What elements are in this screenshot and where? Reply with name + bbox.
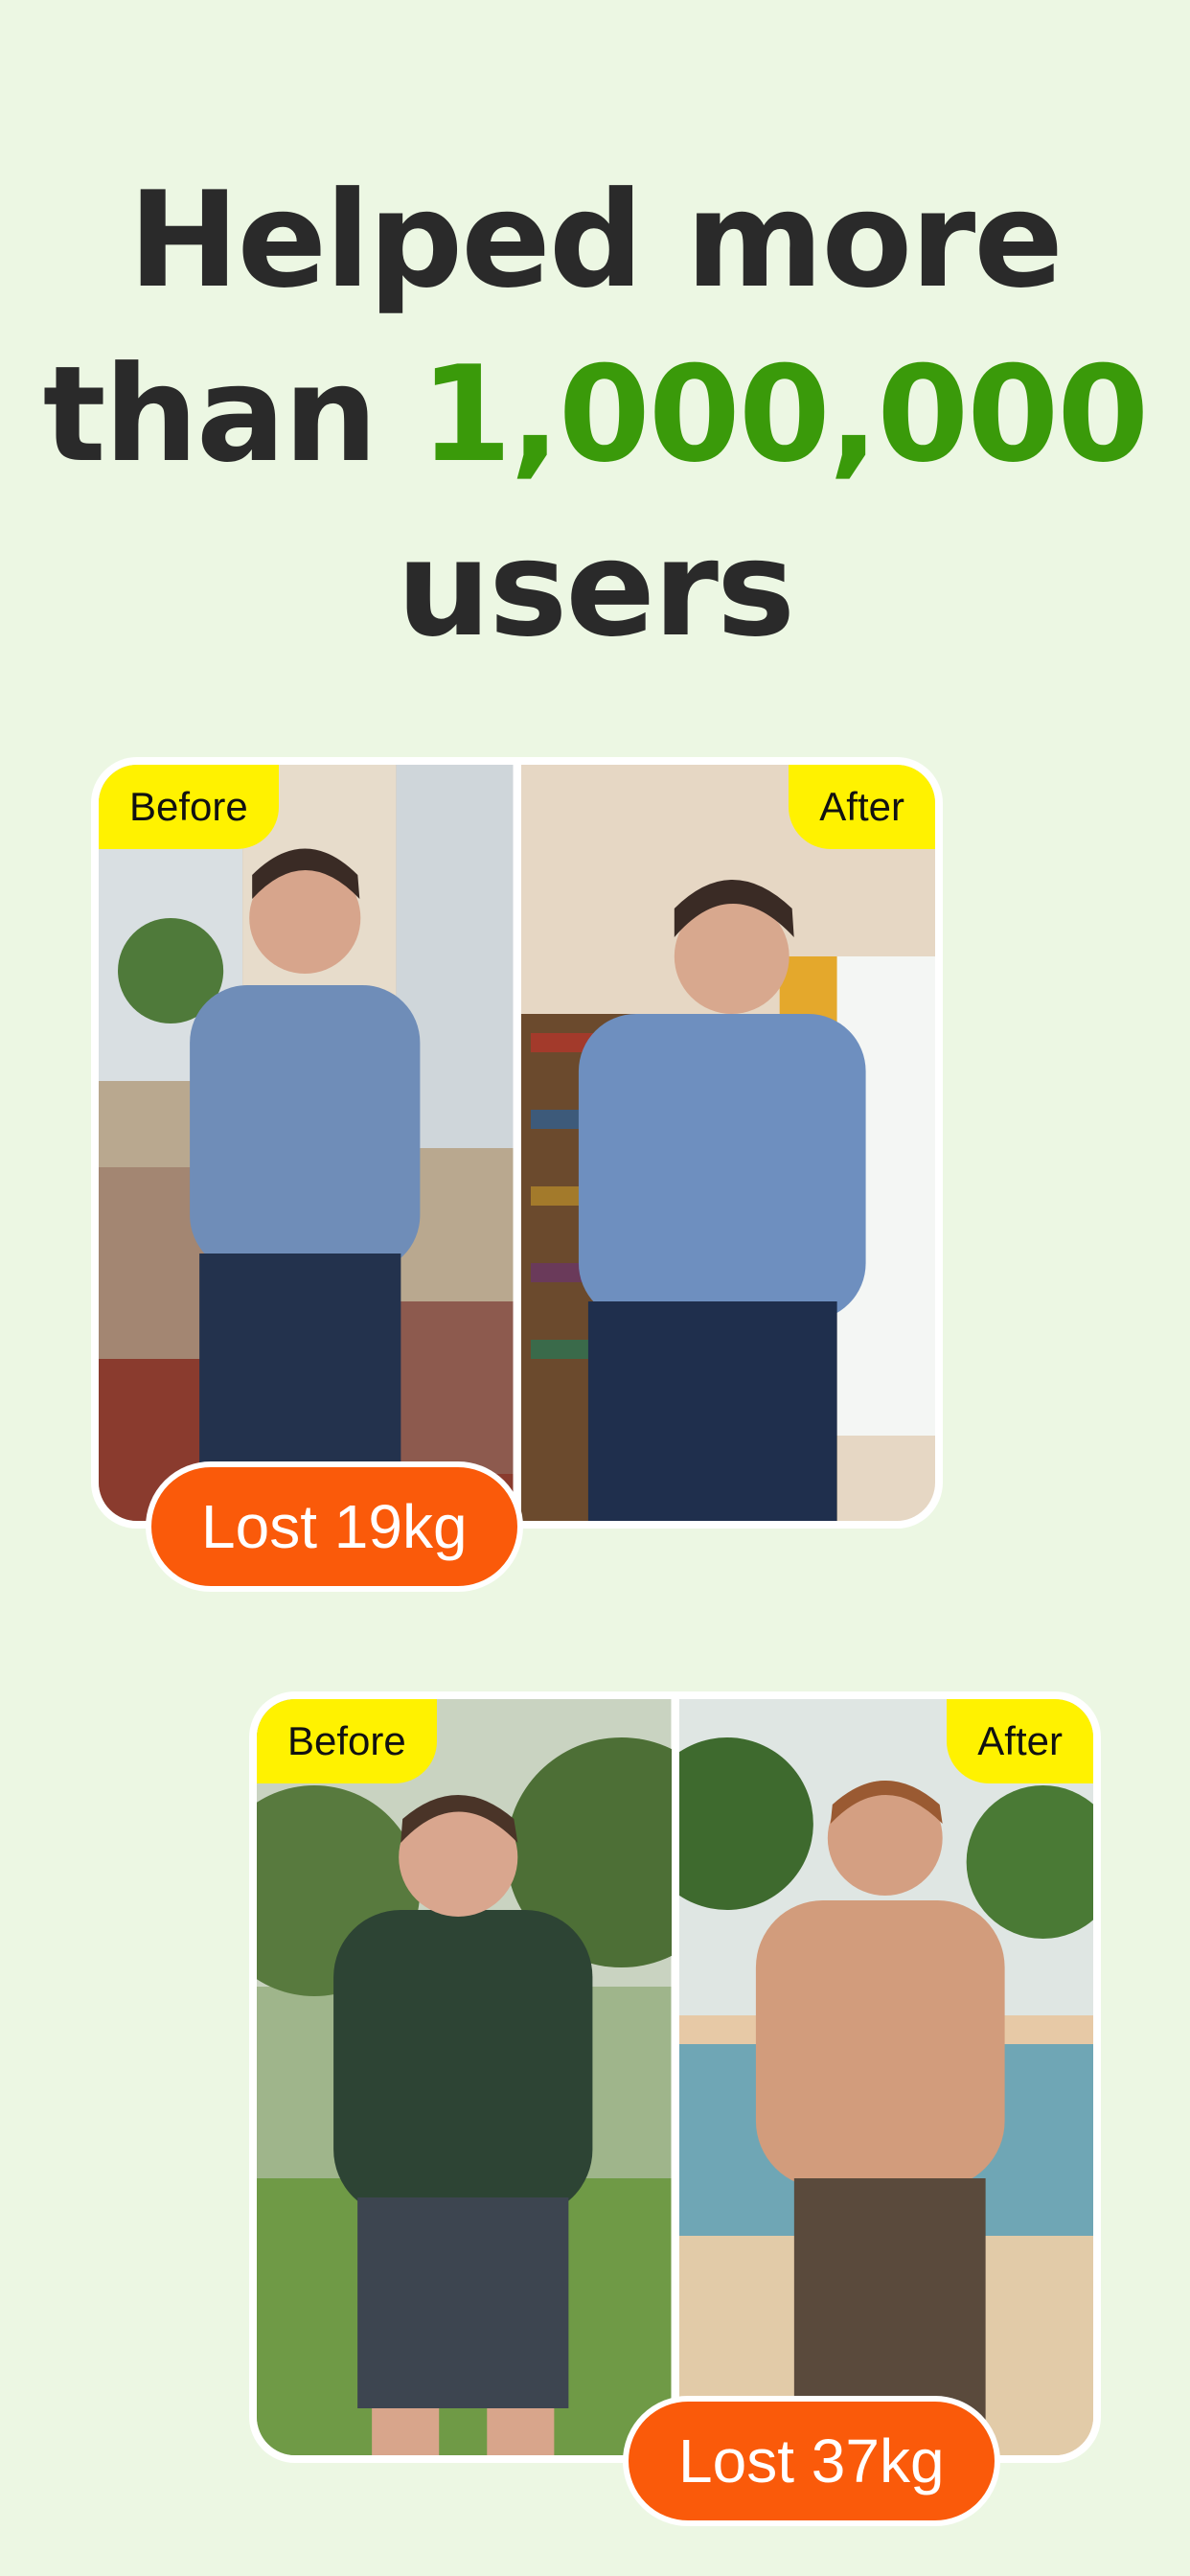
after-photo-1: After	[520, 765, 935, 1521]
headline-line-3: users	[396, 512, 795, 666]
before-label: Before	[99, 765, 279, 849]
after-photo-2-image	[678, 1699, 1093, 2455]
after-photo-2: After	[678, 1699, 1093, 2455]
before-photo-2: Before	[257, 1699, 672, 2455]
before-photo-1-image	[99, 765, 514, 1521]
before-photo-1: Before	[99, 765, 514, 1521]
weight-loss-badge-2: Lost 37kg	[623, 2396, 1000, 2526]
headline-line-2: than 1,000,000	[0, 328, 1190, 502]
after-label: After	[947, 1699, 1093, 1783]
headline: Helped more than 1,000,000 users	[0, 153, 1190, 677]
after-photo-1-image	[520, 765, 935, 1521]
weight-loss-badge-1: Lost 19kg	[146, 1461, 523, 1592]
testimonial-card-1: Before After	[91, 757, 943, 1529]
after-label: After	[789, 765, 935, 849]
before-label: Before	[257, 1699, 437, 1783]
before-photo-2-image	[257, 1699, 672, 2455]
headline-user-count: 1,000,000	[420, 337, 1149, 492]
headline-prefix: than	[42, 337, 421, 492]
testimonial-card-2: Before After	[249, 1691, 1101, 2463]
headline-line-1: Helped more	[128, 163, 1064, 317]
